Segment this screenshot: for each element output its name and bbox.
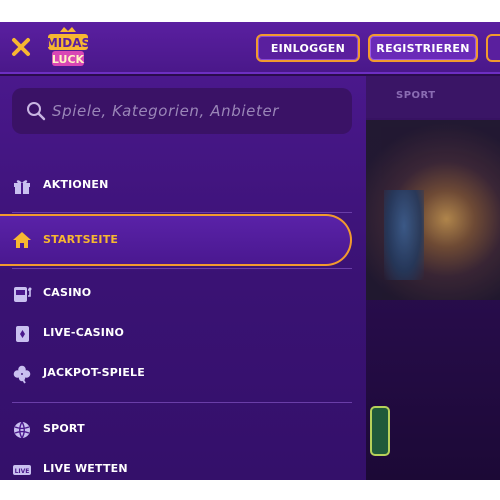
midas-luck-logo: MIDAS LUCK [46,27,90,66]
sidebar-menu: Spiele, Kategorien, Anbieter AKTIONEN ST… [0,76,366,480]
sidebar-item-label: CASINO [43,286,92,299]
tab-sport[interactable]: SPORT [396,90,436,101]
menu-divider [12,402,352,403]
close-menu-button[interactable] [10,36,32,58]
main-content: SPORT [366,76,500,480]
sidebar-item-jackpot-spiele[interactable]: JACKPOT-SPIELE [0,354,366,394]
top-bar: MIDAS LUCK EINLOGGEN REGISTRIEREN [0,22,500,74]
sidebar-item-label: STARTSEITE [43,233,119,246]
sidebar-item-live-casino[interactable]: LIVE-CASINO [0,314,366,354]
gift-icon [14,180,30,194]
app-viewport: SPORT MIDAS LUCK EINLOGGEN REGISTRIEREN [0,22,500,480]
sidebar-item-label: SPORT [43,422,85,435]
ball-icon [14,421,30,439]
sidebar-item-label: AKTIONEN [43,178,109,191]
menu-divider [12,212,352,213]
content-tabs: SPORT [366,76,500,118]
banner-figure [384,190,424,280]
close-icon [12,38,30,56]
sidebar-item-label: LIVE WETTEN [43,462,128,475]
home-icon [13,232,31,248]
menu-divider [12,268,352,269]
extra-header-button[interactable] [486,34,500,62]
brand-logo[interactable]: MIDAS LUCK [44,26,92,70]
search-input[interactable]: Spiele, Kategorien, Anbieter [12,88,352,134]
sidebar-item-label: JACKPOT-SPIELE [43,366,145,379]
playing-card-icon [16,326,29,342]
login-button[interactable]: EINLOGGEN [256,34,360,62]
sidebar-item-casino[interactable]: CASINO [0,274,366,314]
hero-banner[interactable] [366,120,500,300]
sidebar-item-live-wetten[interactable]: LIVE LIVE WETTEN [0,450,366,480]
search-placeholder: Spiele, Kategorien, Anbieter [52,102,280,120]
slot-machine-icon [14,287,32,302]
sidebar-item-sport[interactable]: SPORT [0,410,366,450]
svg-text:MIDAS: MIDAS [46,36,90,50]
sidebar-item-label: LIVE-CASINO [43,326,125,339]
sidebar-item-startseite[interactable]: STARTSEITE [0,214,352,266]
register-button[interactable]: REGISTRIEREN [368,34,478,62]
live-badge-icon: LIVE [13,465,31,475]
svg-text:LIVE: LIVE [15,468,30,475]
sidebar-item-aktionen[interactable]: AKTIONEN [0,166,366,206]
svg-text:LUCK: LUCK [52,53,85,66]
search-icon [27,102,46,121]
game-card[interactable] [370,406,390,456]
clover-icon [13,365,31,384]
